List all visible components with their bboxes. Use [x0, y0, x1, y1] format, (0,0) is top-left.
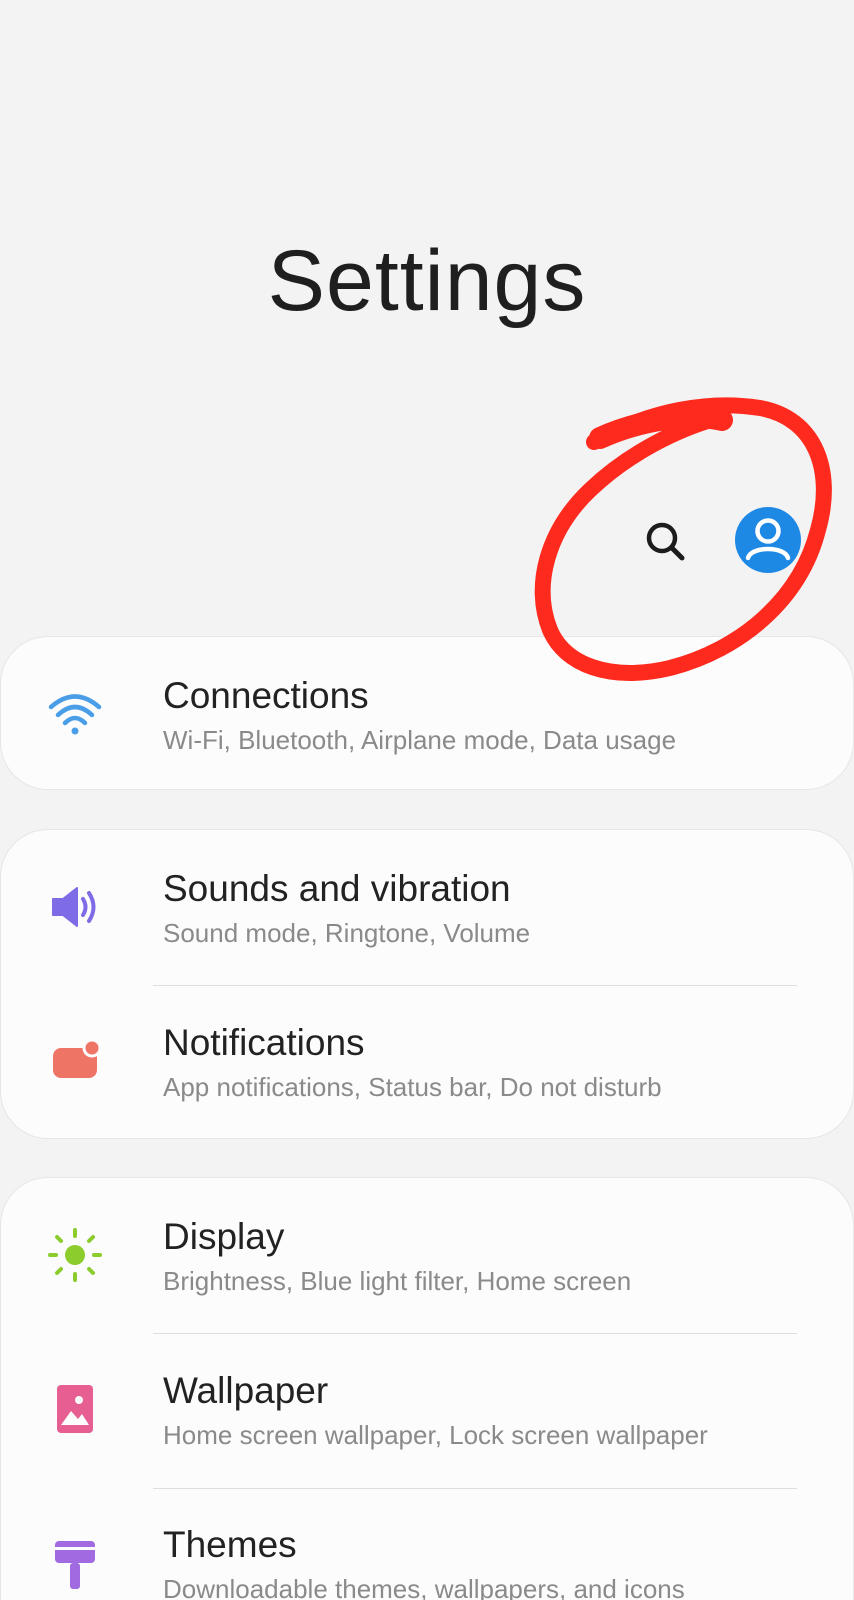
settings-item-sounds-and-vibration[interactable]: Sounds and vibration Sound mode, Rington…: [1, 830, 853, 984]
item-subtitle: Wi-Fi, Bluetooth, Airplane mode, Data us…: [163, 725, 677, 755]
item-subtitle: Brightness, Blue light filter, Home scre…: [163, 1266, 632, 1296]
settings-item-themes[interactable]: Themes Downloadable themes, wallpapers, …: [1, 1486, 853, 1600]
sound-notification-group: Sounds and vibration Sound mode, Rington…: [0, 829, 854, 1139]
item-title: Sounds and vibration: [163, 868, 511, 909]
connections-group: Connections Wi-Fi, Bluetooth, Airplane m…: [0, 636, 854, 790]
settings-screen: Settings Connections Wi-Fi, Bluetooth, A…: [0, 0, 854, 1600]
settings-item-display[interactable]: Display Brightness, Blue light filter, H…: [1, 1178, 853, 1332]
themes-icon: [45, 1533, 105, 1593]
notification-icon: [45, 1031, 105, 1091]
display-group: Display Brightness, Blue light filter, H…: [0, 1177, 854, 1600]
item-subtitle: App notifications, Status bar, Do not di…: [163, 1072, 662, 1102]
speaker-icon: [45, 877, 105, 937]
page-title: Settings: [267, 233, 587, 329]
search-icon: [646, 522, 685, 561]
item-title: Themes: [163, 1524, 297, 1565]
account-icon: [735, 507, 801, 573]
item-subtitle: Sound mode, Ringtone, Volume: [163, 918, 531, 948]
settings-item-connections[interactable]: Connections Wi-Fi, Bluetooth, Airplane m…: [1, 637, 853, 789]
search-button[interactable]: [638, 514, 694, 570]
item-title: Wallpaper: [163, 1370, 329, 1411]
wallpaper-icon: [45, 1379, 105, 1439]
item-subtitle: Home screen wallpaper, Lock screen wallp…: [163, 1420, 708, 1450]
sun-icon: [45, 1225, 105, 1285]
item-title: Connections: [163, 675, 369, 716]
account-button[interactable]: [734, 506, 802, 574]
wifi-icon: [45, 684, 105, 744]
settings-item-wallpaper[interactable]: Wallpaper Home screen wallpaper, Lock sc…: [1, 1332, 853, 1486]
item-title: Display: [163, 1216, 285, 1257]
item-title: Notifications: [163, 1022, 365, 1063]
settings-item-notifications[interactable]: Notifications App notifications, Status …: [1, 984, 853, 1138]
item-subtitle: Downloadable themes, wallpapers, and ico…: [163, 1574, 685, 1600]
